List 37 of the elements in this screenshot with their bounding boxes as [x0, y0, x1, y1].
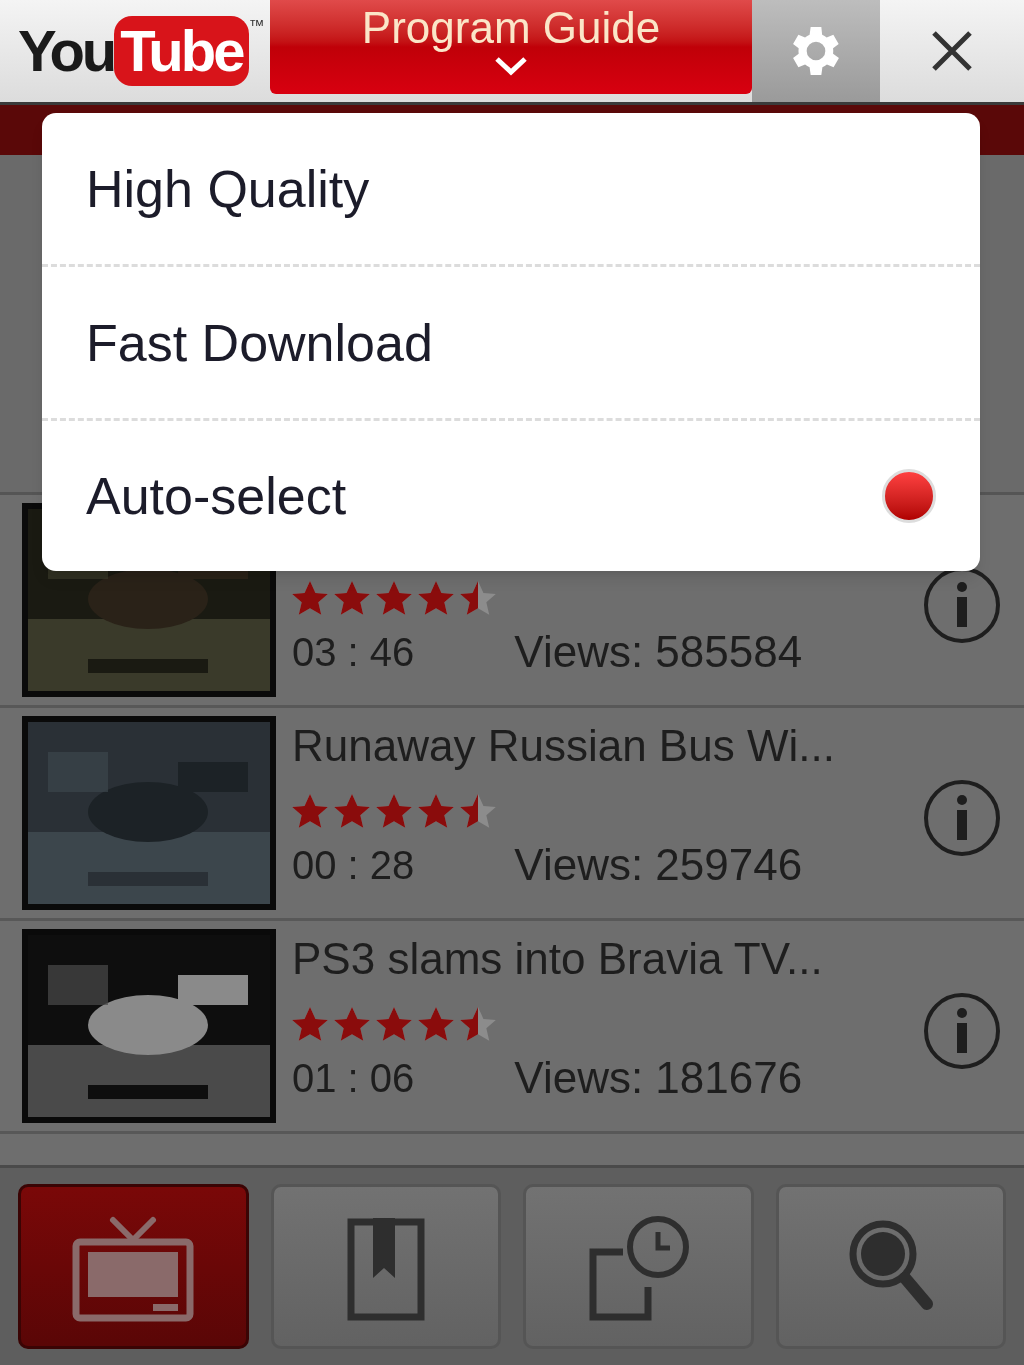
chevron-down-icon: [494, 56, 528, 76]
star-icon: [292, 794, 328, 828]
program-guide-button[interactable]: Program Guide: [270, 0, 752, 94]
menu-item[interactable]: Fast Download: [42, 267, 980, 421]
star-icon: [460, 1007, 496, 1041]
video-row[interactable]: PS3 slams into Bravia TV... 01 : 06 Views: 181676: [0, 921, 1024, 1134]
logo-text: Tube: [114, 16, 249, 86]
video-title: PS3 slams into Bravia TV...: [292, 933, 824, 985]
view-count: Views: 181676: [514, 1052, 803, 1104]
view-count: Views: 585584: [514, 626, 803, 678]
tab-button[interactable]: [270, 1184, 501, 1349]
tab-button[interactable]: [18, 1184, 249, 1349]
star-icon: [334, 581, 370, 615]
video-duration: 00 : 28: [292, 842, 415, 889]
trademark: ™: [248, 16, 265, 36]
star-icon: [334, 794, 370, 828]
star-icon: [292, 581, 328, 615]
close-icon: [930, 29, 974, 73]
logo-text: You: [18, 22, 115, 80]
star-icon: [292, 1007, 328, 1041]
star-icon: [418, 1007, 454, 1041]
tab-button[interactable]: [523, 1184, 754, 1349]
view-count: Views: 259746: [514, 839, 803, 891]
star-icon: [376, 794, 412, 828]
video-row[interactable]: Runaway Russian Bus Wi... 00 : 28 Views: 259746: [0, 708, 1024, 921]
video-duration: 01 : 06: [292, 1055, 415, 1102]
star-icon: [460, 794, 496, 828]
star-icon: [460, 581, 496, 615]
video-title: Runaway Russian Bus Wi...: [292, 720, 836, 772]
star-icon: [376, 1007, 412, 1041]
star-icon: [418, 581, 454, 615]
star-icon: [376, 581, 412, 615]
tab-button[interactable]: [775, 1184, 1006, 1349]
menu-item[interactable]: High Quality: [42, 113, 980, 267]
video-duration: 03 : 46: [292, 629, 415, 676]
star-icon: [418, 794, 454, 828]
star-icon: [334, 1007, 370, 1041]
